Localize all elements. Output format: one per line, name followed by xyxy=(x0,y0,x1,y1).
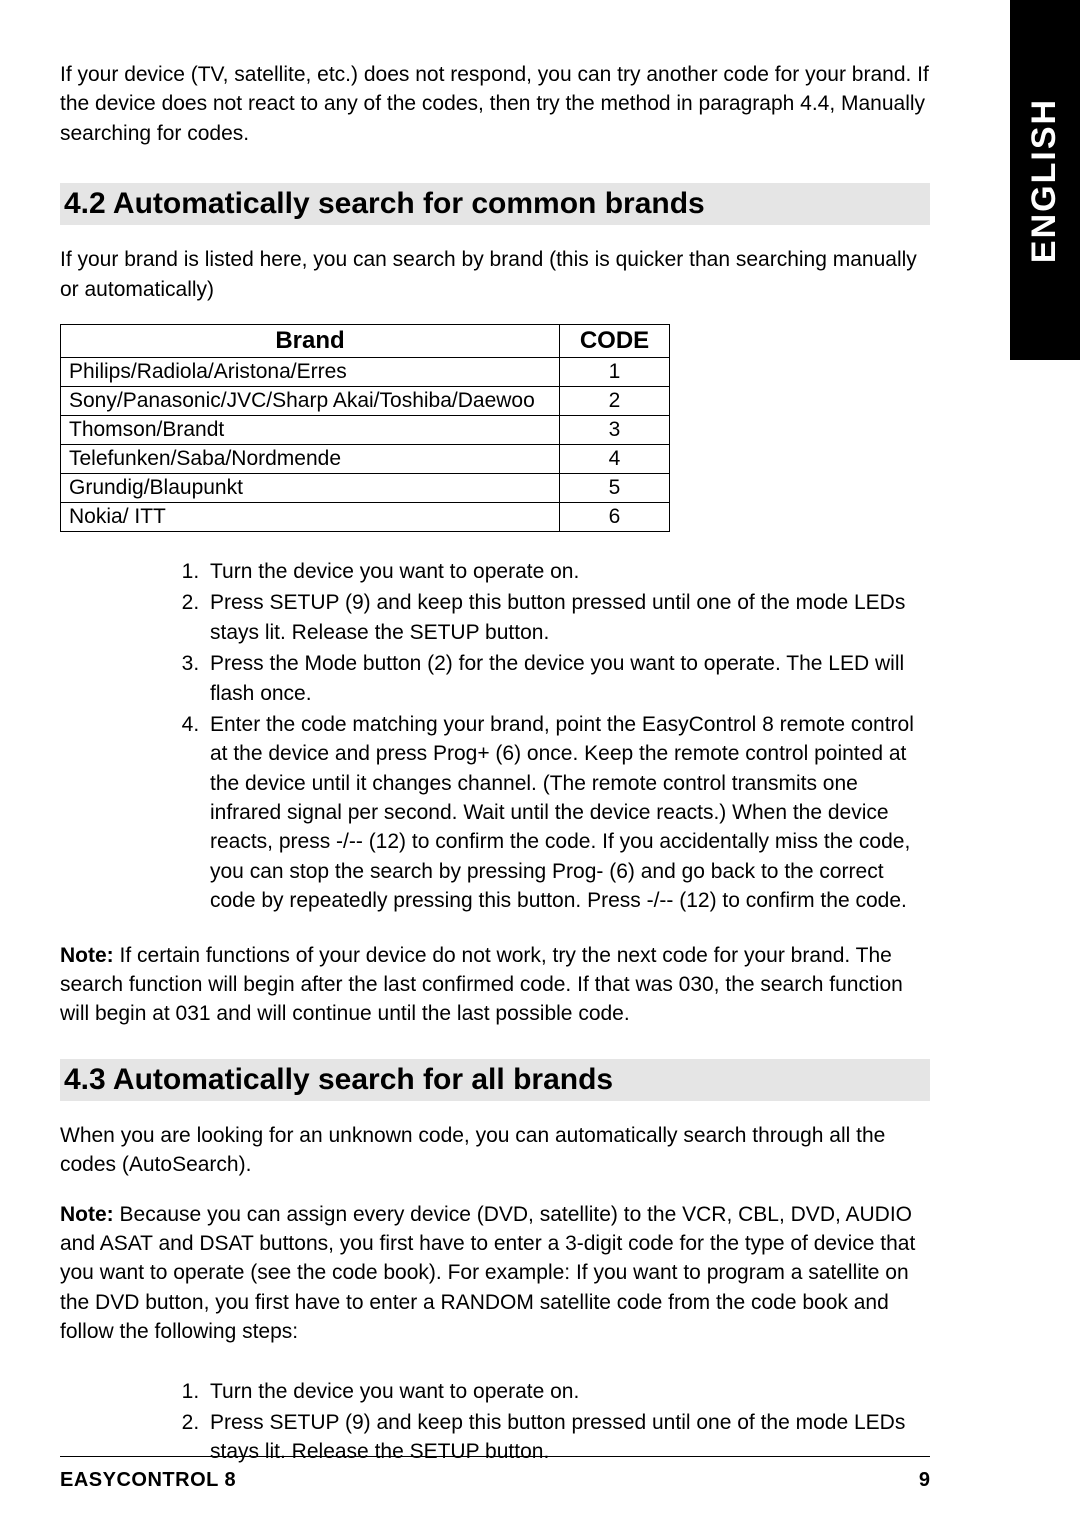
table-row: Nokia/ ITT 6 xyxy=(61,502,670,531)
intro-paragraph: If your device (TV, satellite, etc.) doe… xyxy=(60,60,930,148)
code-cell: 4 xyxy=(560,444,670,473)
page-number: 9 xyxy=(919,1469,930,1492)
table-row: Sony/Panasonic/JVC/Sharp Akai/Toshiba/Da… xyxy=(61,386,670,415)
code-header: CODE xyxy=(560,324,670,357)
note-text: If certain functions of your device do n… xyxy=(60,944,903,1026)
note-label: Note: xyxy=(60,1203,114,1226)
step-item: Turn the device you want to operate on. xyxy=(205,1377,930,1406)
section-4-3-steps: Turn the device you want to operate on. … xyxy=(180,1377,930,1467)
table-row: Philips/Radiola/Aristona/Erres 1 xyxy=(61,357,670,386)
step-item: Press the Mode button (2) for the device… xyxy=(205,649,930,708)
brand-code-table: Brand CODE Philips/Radiola/Aristona/Erre… xyxy=(60,324,670,532)
brand-cell: Nokia/ ITT xyxy=(61,502,560,531)
language-tab: ENGLISH xyxy=(1010,0,1080,360)
section-4-2-steps: Turn the device you want to operate on. … xyxy=(180,557,930,916)
section-4-2-note: Note: If certain functions of your devic… xyxy=(60,941,930,1029)
brand-cell: Thomson/Brandt xyxy=(61,415,560,444)
section-4-3-heading: 4.3 Automatically search for all brands xyxy=(60,1059,930,1101)
code-cell: 2 xyxy=(560,386,670,415)
code-cell: 3 xyxy=(560,415,670,444)
code-cell: 1 xyxy=(560,357,670,386)
step-item: Turn the device you want to operate on. xyxy=(205,557,930,586)
brand-cell: Sony/Panasonic/JVC/Sharp Akai/Toshiba/Da… xyxy=(61,386,560,415)
code-cell: 5 xyxy=(560,473,670,502)
brand-header: Brand xyxy=(61,324,560,357)
brand-cell: Grundig/Blaupunkt xyxy=(61,473,560,502)
table-row: Grundig/Blaupunkt 5 xyxy=(61,473,670,502)
footer-product-name: EASYCONTROL 8 xyxy=(60,1469,236,1492)
language-tab-text: ENGLISH xyxy=(1026,97,1065,262)
brand-cell: Telefunken/Saba/Nordmende xyxy=(61,444,560,473)
section-4-2-heading: 4.2 Automatically search for common bran… xyxy=(60,183,930,225)
step-item: Press SETUP (9) and keep this button pre… xyxy=(205,588,930,647)
section-4-3-intro: When you are looking for an unknown code… xyxy=(60,1121,930,1180)
brand-cell: Philips/Radiola/Aristona/Erres xyxy=(61,357,560,386)
page-content: If your device (TV, satellite, etc.) doe… xyxy=(60,60,930,1467)
note-text: Because you can assign every device (DVD… xyxy=(60,1203,915,1344)
code-cell: 6 xyxy=(560,502,670,531)
note-label: Note: xyxy=(60,944,114,967)
section-4-2-intro: If your brand is listed here, you can se… xyxy=(60,245,930,304)
table-header-row: Brand CODE xyxy=(61,324,670,357)
page-footer: EASYCONTROL 8 9 xyxy=(60,1456,930,1492)
table-row: Thomson/Brandt 3 xyxy=(61,415,670,444)
section-4-3-note: Note: Because you can assign every devic… xyxy=(60,1200,930,1347)
step-item: Enter the code matching your brand, poin… xyxy=(205,710,930,916)
table-row: Telefunken/Saba/Nordmende 4 xyxy=(61,444,670,473)
